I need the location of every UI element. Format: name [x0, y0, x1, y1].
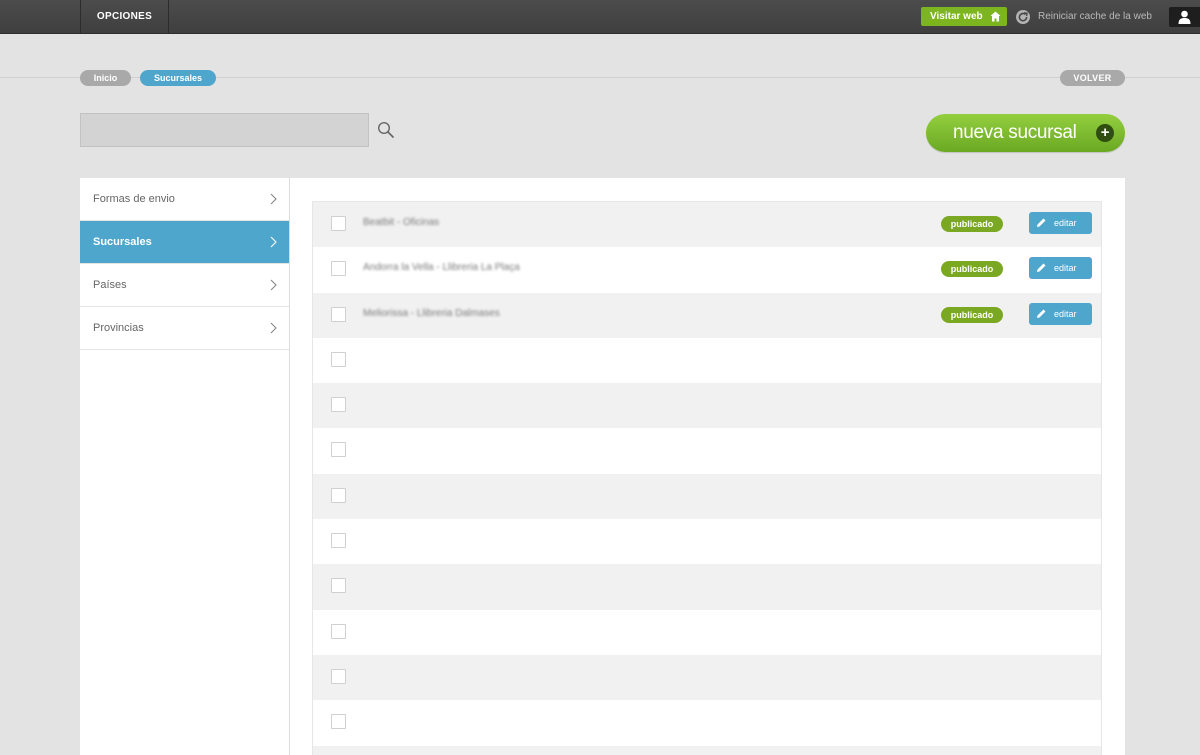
row-name[interactable]: Beatbit - Oficinas [363, 217, 439, 228]
search-input[interactable] [80, 113, 369, 147]
edit-button[interactable]: editar [1029, 257, 1092, 280]
row-checkbox[interactable] [331, 578, 346, 594]
status-badge: publicado [941, 261, 1003, 278]
row-checkbox[interactable] [331, 533, 346, 549]
sidebar-item-sucursales[interactable]: Sucursales [80, 221, 289, 264]
row-checkbox[interactable] [331, 714, 346, 730]
status-badge: publicado [941, 306, 1003, 323]
refresh-icon [1016, 10, 1030, 24]
nueva-sucursal-label: nueva sucursal [953, 122, 1077, 143]
sucursales-list: Beatbit - Oficinas publicado editar Ando… [312, 201, 1102, 755]
list-item [313, 609, 1101, 655]
list-item [313, 473, 1101, 520]
edit-button[interactable]: editar [1029, 212, 1092, 234]
list-item [313, 700, 1101, 746]
sidebar-item-label: Países [93, 279, 127, 291]
row-checkbox[interactable] [331, 397, 346, 413]
content-panel: Formas de envio Sucursales Países Provin… [80, 178, 1125, 755]
plus-icon: + [1096, 124, 1114, 142]
opciones-menu[interactable]: OPCIONES [80, 0, 169, 34]
chevron-right-icon [270, 193, 277, 205]
row-checkbox[interactable] [331, 487, 346, 503]
row-checkbox[interactable] [331, 668, 346, 684]
edit-button[interactable]: editar [1029, 302, 1092, 325]
chevron-right-icon [270, 322, 277, 334]
list-item: Beatbit - Oficinas publicado editar [313, 202, 1101, 248]
sidebar-item-paises[interactable]: Países [80, 264, 289, 307]
list-item [313, 654, 1101, 701]
sidebar-item-label: Formas de envio [93, 193, 175, 205]
list-item [313, 383, 1101, 429]
reiniciar-cache-label: Reiniciar cache de la web [1038, 11, 1152, 22]
pencil-icon [1037, 218, 1046, 227]
list-item [313, 337, 1101, 384]
list-item [313, 428, 1101, 474]
edit-label: editar [1054, 263, 1077, 274]
user-menu-button[interactable] [1169, 7, 1200, 27]
row-checkbox[interactable] [331, 351, 346, 367]
list-item [313, 564, 1101, 610]
search-icon[interactable] [377, 121, 395, 139]
sidebar-item-label: Sucursales [93, 236, 152, 248]
list-item [313, 745, 1101, 755]
top-bar: OPCIONES Visitar web Reiniciar cache de … [0, 0, 1200, 34]
row-checkbox[interactable] [331, 442, 346, 458]
empty-rows [313, 337, 1101, 755]
visitar-web-label: Visitar web [930, 11, 983, 22]
edit-label: editar [1054, 308, 1077, 319]
sidebar-item-formas-de-envio[interactable]: Formas de envio [80, 178, 289, 221]
row-checkbox[interactable] [331, 306, 346, 322]
home-icon [990, 11, 1001, 22]
row-checkbox[interactable] [331, 261, 346, 277]
pencil-icon [1037, 309, 1046, 318]
row-name[interactable]: Andorra la Vella - Llibreria La Plaça [363, 262, 520, 273]
list-item: Meliorissa - Llibreria Dalmases publicad… [313, 292, 1101, 338]
breadcrumb-sucursales[interactable]: Sucursales [140, 70, 216, 86]
user-icon [1178, 10, 1191, 24]
list-item [313, 519, 1101, 565]
reiniciar-cache-link[interactable]: Reiniciar cache de la web [1016, 9, 1152, 25]
chevron-right-icon [270, 279, 277, 291]
volver-button[interactable]: VOLVER [1060, 70, 1125, 86]
list-item: Andorra la Vella - Llibreria La Plaça pu… [313, 247, 1101, 293]
sidebar: Formas de envio Sucursales Países Provin… [80, 178, 290, 755]
pencil-icon [1037, 263, 1046, 273]
status-badge: publicado [941, 216, 1003, 232]
row-checkbox[interactable] [331, 216, 346, 231]
row-name[interactable]: Meliorissa - Llibreria Dalmases [363, 308, 500, 319]
breadcrumb-inicio[interactable]: Inicio [80, 70, 131, 86]
sidebar-item-provincias[interactable]: Provincias [80, 307, 289, 350]
nueva-sucursal-button[interactable]: nueva sucursal + [926, 114, 1125, 152]
row-checkbox[interactable] [331, 623, 346, 639]
edit-label: editar [1054, 218, 1077, 228]
chevron-right-icon [270, 236, 277, 248]
sidebar-item-label: Provincias [93, 322, 144, 334]
visitar-web-button[interactable]: Visitar web [921, 7, 1007, 26]
